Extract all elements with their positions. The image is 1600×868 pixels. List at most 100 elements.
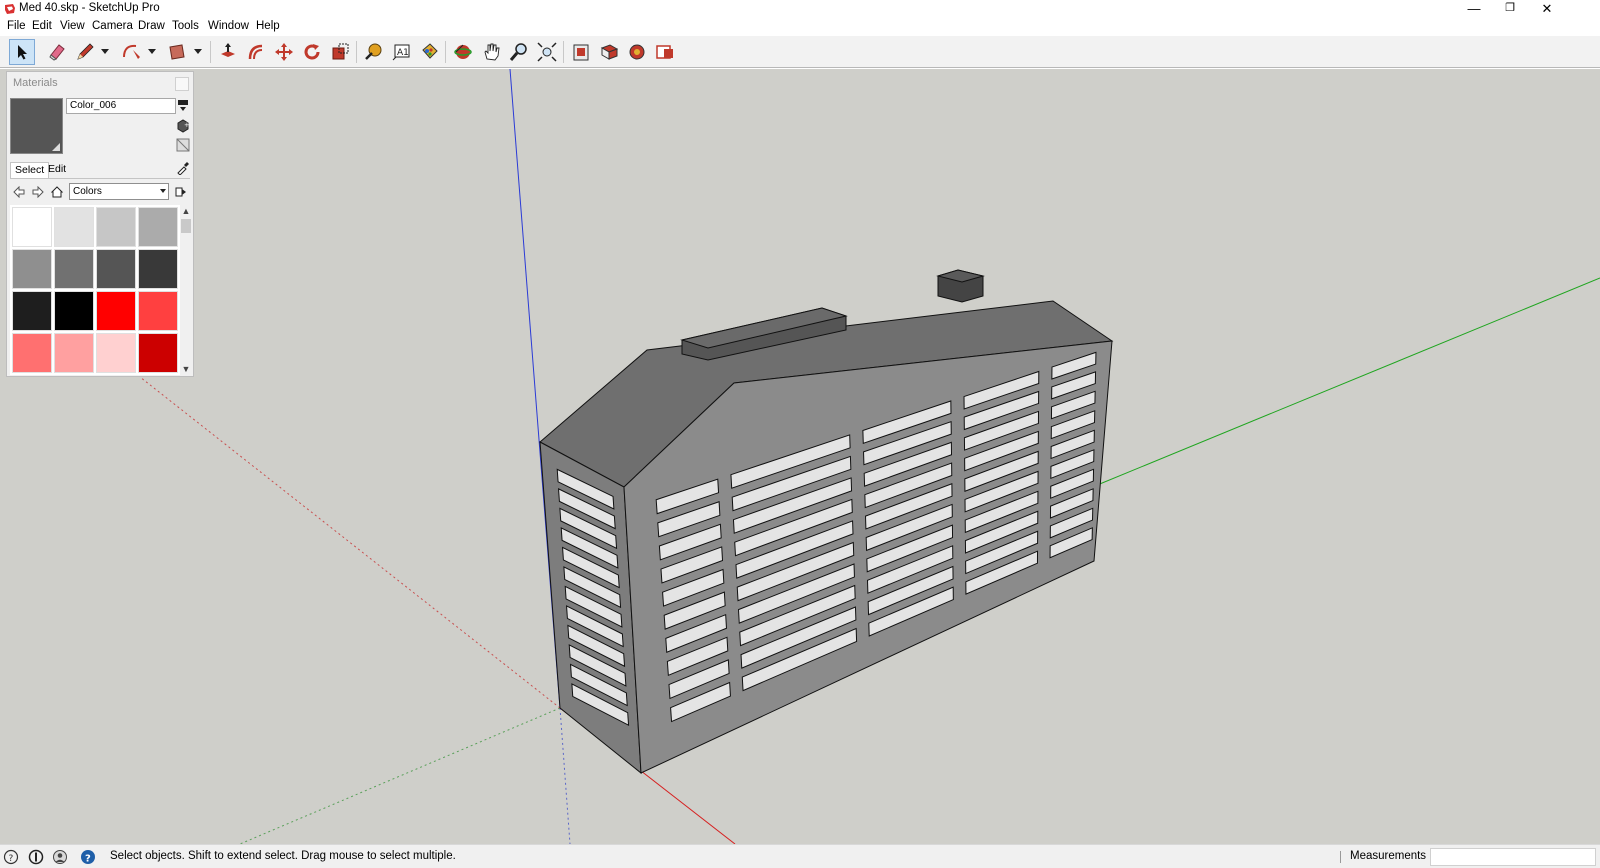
extension-manager-button[interactable]: [624, 39, 650, 65]
swatch-scrollbar[interactable]: ▲ ▼: [180, 205, 192, 375]
in-model-button[interactable]: [49, 184, 65, 200]
material-swatch[interactable]: [96, 249, 136, 289]
scale-tool-button[interactable]: [327, 39, 353, 65]
scale-icon: [332, 43, 349, 60]
user-account-icon[interactable]: [51, 848, 69, 866]
menu-camera[interactable]: Camera: [92, 20, 133, 32]
material-swatch[interactable]: [54, 291, 94, 331]
instructor-help-icon[interactable]: ?: [79, 848, 97, 866]
material-swatch[interactable]: [12, 249, 52, 289]
secondary-pane-icon: [178, 100, 188, 111]
chevron-up-icon[interactable]: ▲: [180, 205, 192, 217]
restore-button[interactable]: ❐: [1492, 0, 1528, 18]
tab-edit[interactable]: Edit: [44, 162, 70, 178]
materials-panel-title: Materials: [13, 77, 58, 89]
credits-icon[interactable]: [27, 848, 45, 866]
material-swatch[interactable]: [12, 333, 52, 373]
pan-tool-button[interactable]: [478, 39, 504, 65]
red-axis-hidden: [139, 376, 561, 709]
zoom-extents-tool-button[interactable]: [534, 39, 560, 65]
material-name-field[interactable]: Color_006: [66, 98, 176, 114]
menu-draw[interactable]: Draw: [138, 20, 165, 32]
pencil-icon: [77, 43, 94, 60]
material-swatch[interactable]: [54, 207, 94, 247]
material-swatch[interactable]: [96, 333, 136, 373]
chevron-down-icon: [148, 49, 156, 54]
details-button[interactable]: [173, 184, 189, 200]
material-swatch[interactable]: [12, 207, 52, 247]
warehouse-icon: [573, 44, 589, 61]
arc-tool-button[interactable]: [118, 39, 144, 65]
measurements-input[interactable]: [1430, 848, 1596, 866]
magnifier-icon: [509, 43, 527, 61]
move-tool-button[interactable]: [271, 39, 297, 65]
menu-help[interactable]: Help: [256, 20, 280, 32]
paint-bucket-tool-button[interactable]: [416, 39, 442, 65]
svg-text:?: ?: [9, 854, 14, 864]
close-button[interactable]: ✕: [1529, 0, 1565, 18]
send-to-layout-button[interactable]: [652, 39, 678, 65]
menu-tools[interactable]: Tools: [172, 20, 199, 32]
scene-canvas[interactable]: [0, 69, 1600, 844]
rotate-tool-button[interactable]: [299, 39, 325, 65]
default-material-button[interactable]: [175, 137, 191, 153]
menu-view[interactable]: View: [60, 20, 85, 32]
extension-warehouse-icon: [600, 44, 619, 60]
toolbar-separator: [445, 41, 446, 63]
home-icon: [51, 186, 63, 198]
material-swatch[interactable]: [138, 249, 178, 289]
forward-button[interactable]: [30, 184, 46, 200]
geolocation-icon[interactable]: ?: [2, 848, 20, 866]
material-swatch[interactable]: [12, 291, 52, 331]
toolbar-separator: [356, 41, 357, 63]
preview-corner-icon: [52, 143, 60, 151]
arrow-right-icon: [32, 186, 44, 198]
minimize-button[interactable]: —: [1456, 0, 1492, 18]
material-swatch[interactable]: [96, 207, 136, 247]
eraser-tool-button[interactable]: [44, 39, 70, 65]
text-icon: A1: [392, 44, 410, 61]
select-tool-button[interactable]: [9, 39, 35, 65]
extension-warehouse-button[interactable]: [596, 39, 622, 65]
3d-warehouse-button[interactable]: [568, 39, 594, 65]
shapes-tool-button[interactable]: [164, 39, 190, 65]
tape-measure-tool-button[interactable]: [360, 39, 386, 65]
collection-dropdown-value: Colors: [73, 186, 102, 197]
layout-icon: [656, 45, 673, 59]
sample-paint-button[interactable]: [175, 160, 191, 176]
material-swatch[interactable]: [138, 333, 178, 373]
line-tool-button[interactable]: [72, 39, 98, 65]
display-secondary-pane-button[interactable]: [175, 98, 191, 114]
menu-window[interactable]: Window: [208, 20, 249, 32]
material-swatch[interactable]: [138, 291, 178, 331]
material-preview-swatch[interactable]: [10, 98, 63, 154]
material-swatch[interactable]: [54, 249, 94, 289]
material-swatch[interactable]: [96, 291, 136, 331]
zoom-tool-button[interactable]: [506, 39, 532, 65]
measurements-label: Measurements: [1350, 850, 1427, 862]
back-button[interactable]: [11, 184, 27, 200]
green-axis: [1089, 277, 1600, 489]
building-model[interactable]: [539, 269, 1114, 775]
create-material-button[interactable]: +: [175, 118, 191, 134]
collection-dropdown[interactable]: Colors: [69, 183, 169, 200]
materials-panel-close-button[interactable]: [175, 77, 189, 91]
materials-panel: Materials Color_006 + Select Edit Colors…: [6, 71, 194, 377]
chevron-down-icon: [194, 49, 202, 54]
modeling-viewport[interactable]: [0, 69, 1600, 844]
material-swatch[interactable]: [138, 207, 178, 247]
material-swatch[interactable]: [54, 333, 94, 373]
push-pull-tool-button[interactable]: [215, 39, 241, 65]
chevron-down-icon[interactable]: ▼: [180, 363, 192, 375]
orbit-tool-button[interactable]: [450, 39, 476, 65]
menu-file[interactable]: File: [7, 20, 26, 32]
select-arrow-icon: [18, 45, 27, 60]
scroll-thumb[interactable]: [181, 219, 191, 233]
offset-tool-button[interactable]: [243, 39, 269, 65]
window-title: Med 40.skp - SketchUp Pro: [19, 2, 160, 14]
arc-tool-dropdown[interactable]: [147, 46, 157, 58]
line-tool-dropdown[interactable]: [100, 46, 110, 58]
text-tool-button[interactable]: A1: [388, 39, 414, 65]
menu-edit[interactable]: Edit: [32, 20, 52, 32]
shapes-tool-dropdown[interactable]: [193, 46, 203, 58]
